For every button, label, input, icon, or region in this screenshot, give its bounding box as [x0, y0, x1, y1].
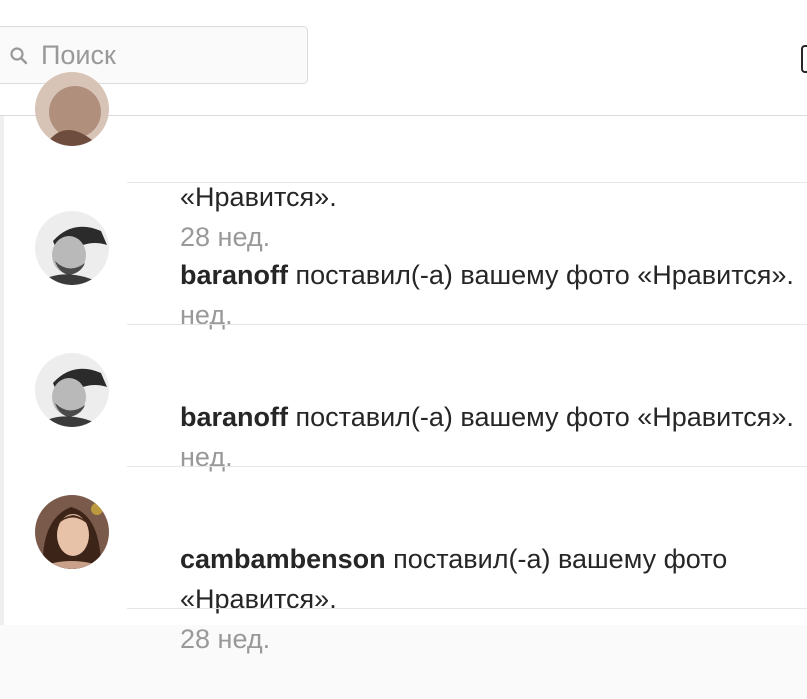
left-scroll-rail — [0, 116, 4, 625]
divider — [127, 608, 807, 609]
avatar-photo-grayscale — [35, 211, 109, 285]
notification-item[interactable]: cambambenson поставил(-а) вашему фото «Н… — [0, 467, 807, 654]
avatar-photo-color — [35, 495, 109, 569]
notification-item[interactable]: baranoff поставил(-а) вашему фото «Нрави… — [0, 325, 807, 472]
user-avatar[interactable] — [35, 495, 109, 569]
avatar-photo-grayscale — [35, 353, 109, 427]
notifications-panel: «Нравится». 28 нед. baranoff поставил(-а… — [0, 72, 807, 654]
notification-time[interactable]: 28 нед. — [180, 624, 270, 654]
notification-text-line2: «Нравится». 28 нед. — [135, 539, 807, 699]
avatar-photo-partial — [35, 72, 109, 146]
user-avatar[interactable] — [35, 211, 109, 285]
notification-action-cont: «Нравится». — [180, 584, 337, 614]
notification-item[interactable]: «Нравится». 28 нед. — [0, 41, 807, 252]
user-avatar[interactable] — [35, 353, 109, 427]
user-avatar[interactable] — [35, 72, 109, 146]
notification-item[interactable]: baranoff поставил(-а) вашему фото «Нрави… — [0, 183, 807, 330]
